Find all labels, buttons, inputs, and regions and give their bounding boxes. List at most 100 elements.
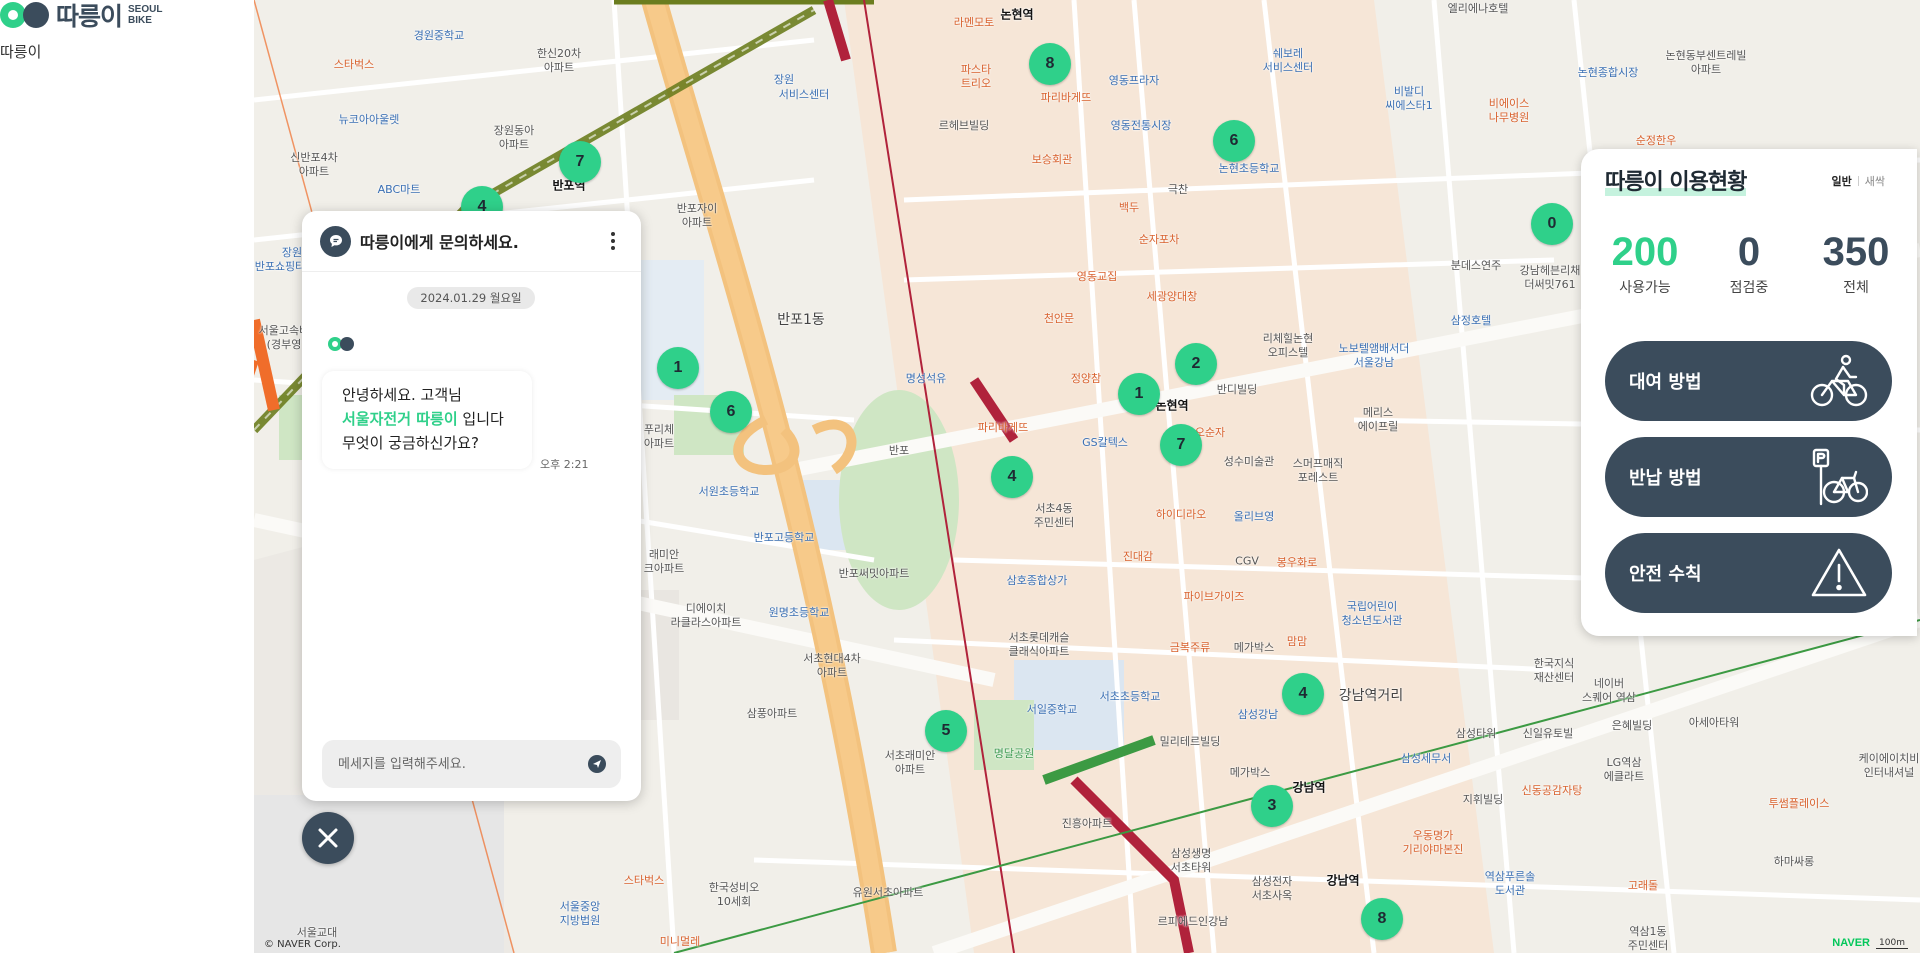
map-place-label: 스타벅스 bbox=[333, 58, 375, 71]
map-place-label: 논현종합시장 bbox=[1577, 66, 1639, 79]
map-place-label: 에이프릴 bbox=[1357, 420, 1399, 433]
map-place-label: 백두 bbox=[1118, 201, 1140, 214]
chat-input-box bbox=[322, 740, 621, 788]
map-place-label: 세광양대창 bbox=[1146, 290, 1198, 303]
map-place-label: 삼정호텔 bbox=[1450, 314, 1492, 327]
map-place-label: 아파트 bbox=[498, 138, 530, 151]
map-place-label: CGV bbox=[1235, 554, 1259, 568]
station-cluster-marker[interactable]: 4 bbox=[1282, 673, 1324, 715]
return-guide-button[interactable]: 반납 방법 bbox=[1605, 437, 1892, 517]
station-cluster-marker[interactable]: 7 bbox=[1160, 424, 1202, 466]
map-place-label: 라클라스아파트 bbox=[670, 616, 742, 629]
message-line-1: 안녕하세요. 고객님 bbox=[342, 386, 462, 404]
map-place-label: 성수미술관 bbox=[1223, 455, 1275, 468]
map-place-label: 삼성세무서 bbox=[1400, 752, 1452, 765]
map-place-label: (경부영 bbox=[266, 338, 302, 351]
station-cluster-marker[interactable]: 6 bbox=[1213, 120, 1255, 162]
bot-avatar-icon bbox=[324, 334, 358, 354]
safety-rules-label: 안전 수칙 bbox=[1629, 564, 1702, 585]
map-place-label: 순정한우 bbox=[1635, 134, 1677, 147]
station-cluster-marker[interactable]: 1 bbox=[657, 347, 699, 389]
map-place-label: 크아파트 bbox=[643, 562, 685, 575]
map-place-label: 경원중학교 bbox=[413, 29, 465, 42]
mode-night[interactable]: 새싹 bbox=[1865, 173, 1885, 189]
mode-toggle: 일반 새싹 bbox=[1832, 173, 1886, 189]
map-scale: 100m bbox=[1876, 938, 1908, 949]
station-cluster-marker[interactable]: 3 bbox=[1251, 785, 1293, 827]
bicycle-rider-icon bbox=[1810, 354, 1868, 407]
message-line-2: 서울자전거 따릉이 입니다 bbox=[342, 410, 504, 428]
station-cluster-marker[interactable]: 8 bbox=[1361, 898, 1403, 940]
station-cluster-marker[interactable]: 5 bbox=[925, 710, 967, 752]
send-icon[interactable] bbox=[588, 755, 606, 773]
map-place-label: 미니멀레 bbox=[659, 935, 701, 948]
map-place-label: 더써밋761 bbox=[1524, 278, 1576, 291]
map-place-label: 반포쇼핑타 bbox=[254, 260, 306, 273]
map-place-label: 주민센터 bbox=[1033, 516, 1075, 529]
mode-general[interactable]: 일반 bbox=[1832, 173, 1852, 189]
station-cluster-marker[interactable]: 1 bbox=[1118, 373, 1160, 415]
stat-inspection-label: 점검중 bbox=[1729, 280, 1769, 296]
seoul-bike-logo[interactable]: 따릉이 SEOUL BIKE bbox=[0, 0, 163, 31]
map-place-label: 서초사옥 bbox=[1251, 889, 1293, 902]
map-place-label: 하마싸롱 bbox=[1773, 855, 1815, 868]
stat-available-value: 200 bbox=[1611, 230, 1679, 274]
map-place-label: 유원서초아파트 bbox=[852, 886, 924, 899]
map-place-label: 올리브영 bbox=[1233, 510, 1275, 523]
logo-text-en: SEOUL BIKE bbox=[128, 4, 163, 26]
map-place-label: 금복주류 bbox=[1169, 641, 1211, 654]
map-place-label: 강남역 bbox=[1326, 873, 1360, 888]
map-place-label: 지휘빌딩 bbox=[1462, 793, 1504, 806]
more-options-icon[interactable] bbox=[603, 229, 623, 253]
map-place-label: 보승회관 bbox=[1031, 153, 1073, 166]
station-cluster-marker[interactable]: 0 bbox=[1531, 203, 1573, 245]
close-chat-button[interactable] bbox=[302, 812, 354, 864]
station-cluster-marker[interactable]: 8 bbox=[1029, 43, 1071, 85]
map-place-label: 진대감 bbox=[1122, 550, 1154, 563]
map-place-label: 반포1동 bbox=[777, 312, 825, 328]
map-place-label: 라멘모토 bbox=[953, 16, 995, 29]
parking-bicycle-icon bbox=[1812, 448, 1868, 506]
map-place-label: 르헤브빌딩 bbox=[938, 119, 990, 132]
map-place-label: 파리바게뜨 bbox=[977, 421, 1029, 434]
safety-rules-button[interactable]: 안전 수칙 bbox=[1605, 533, 1892, 613]
map-place-label: 파이브가이즈 bbox=[1183, 590, 1245, 603]
map-place-label: 엘리에나호텔 bbox=[1447, 2, 1509, 15]
map-place-label: 스타벅스 bbox=[623, 874, 665, 887]
station-cluster-marker[interactable]: 7 bbox=[559, 141, 601, 183]
station-cluster-marker[interactable]: 4 bbox=[991, 456, 1033, 498]
map-place-label: 장원 bbox=[773, 73, 795, 86]
sidebar-title: 따릉이 bbox=[0, 43, 42, 61]
map-attribution: © NAVER Corp. bbox=[264, 939, 341, 950]
map-place-label: 재산센터 bbox=[1533, 671, 1575, 684]
map-place-label: 포레스트 bbox=[1297, 471, 1339, 484]
message-line-3: 무엇이 궁금하신가요? bbox=[342, 434, 479, 452]
return-guide-label: 반납 방법 bbox=[1629, 468, 1702, 489]
map-place-label: 신동공감자탕 bbox=[1521, 784, 1583, 797]
map-place-label: 반포 bbox=[888, 444, 910, 457]
close-icon bbox=[318, 828, 338, 848]
map-place-label: ABC마트 bbox=[377, 183, 421, 196]
stat-inspection-value: 0 bbox=[1737, 230, 1761, 274]
chat-title: 따릉이에게 문의하세요. bbox=[360, 233, 519, 252]
date-chip: 2024.01.29 월요일 bbox=[407, 287, 535, 309]
map-place-label: 영동전통시장 bbox=[1110, 119, 1172, 132]
map-place-label: 영동교집 bbox=[1076, 270, 1118, 283]
map-place-label: 씨에스타1 bbox=[1385, 99, 1433, 112]
map-place-label: 명성석유 bbox=[905, 372, 947, 385]
map-place-label: 진흥아파트 bbox=[1061, 817, 1113, 830]
map-place-label: 아파트 bbox=[298, 165, 330, 178]
rental-guide-button[interactable]: 대여 방법 bbox=[1605, 341, 1892, 421]
map-place-label: GS칼텍스 bbox=[1082, 436, 1128, 449]
map-place-label: 반디빌딩 bbox=[1216, 383, 1258, 396]
message-input[interactable] bbox=[322, 755, 588, 773]
map-place-label: 강남역 bbox=[1292, 780, 1326, 795]
map-place-label: 서초초등학교 bbox=[1099, 690, 1161, 703]
stat-total-label: 전체 bbox=[1843, 280, 1869, 296]
map-place-label: 서비스센터 bbox=[778, 88, 830, 101]
map-place-label: 지방법원 bbox=[559, 914, 601, 927]
map-place-label: 기리야마본진 bbox=[1402, 843, 1464, 856]
station-cluster-marker[interactable]: 2 bbox=[1175, 343, 1217, 385]
station-cluster-marker[interactable]: 6 bbox=[710, 391, 752, 433]
naver-logo: NAVER bbox=[1832, 937, 1870, 949]
